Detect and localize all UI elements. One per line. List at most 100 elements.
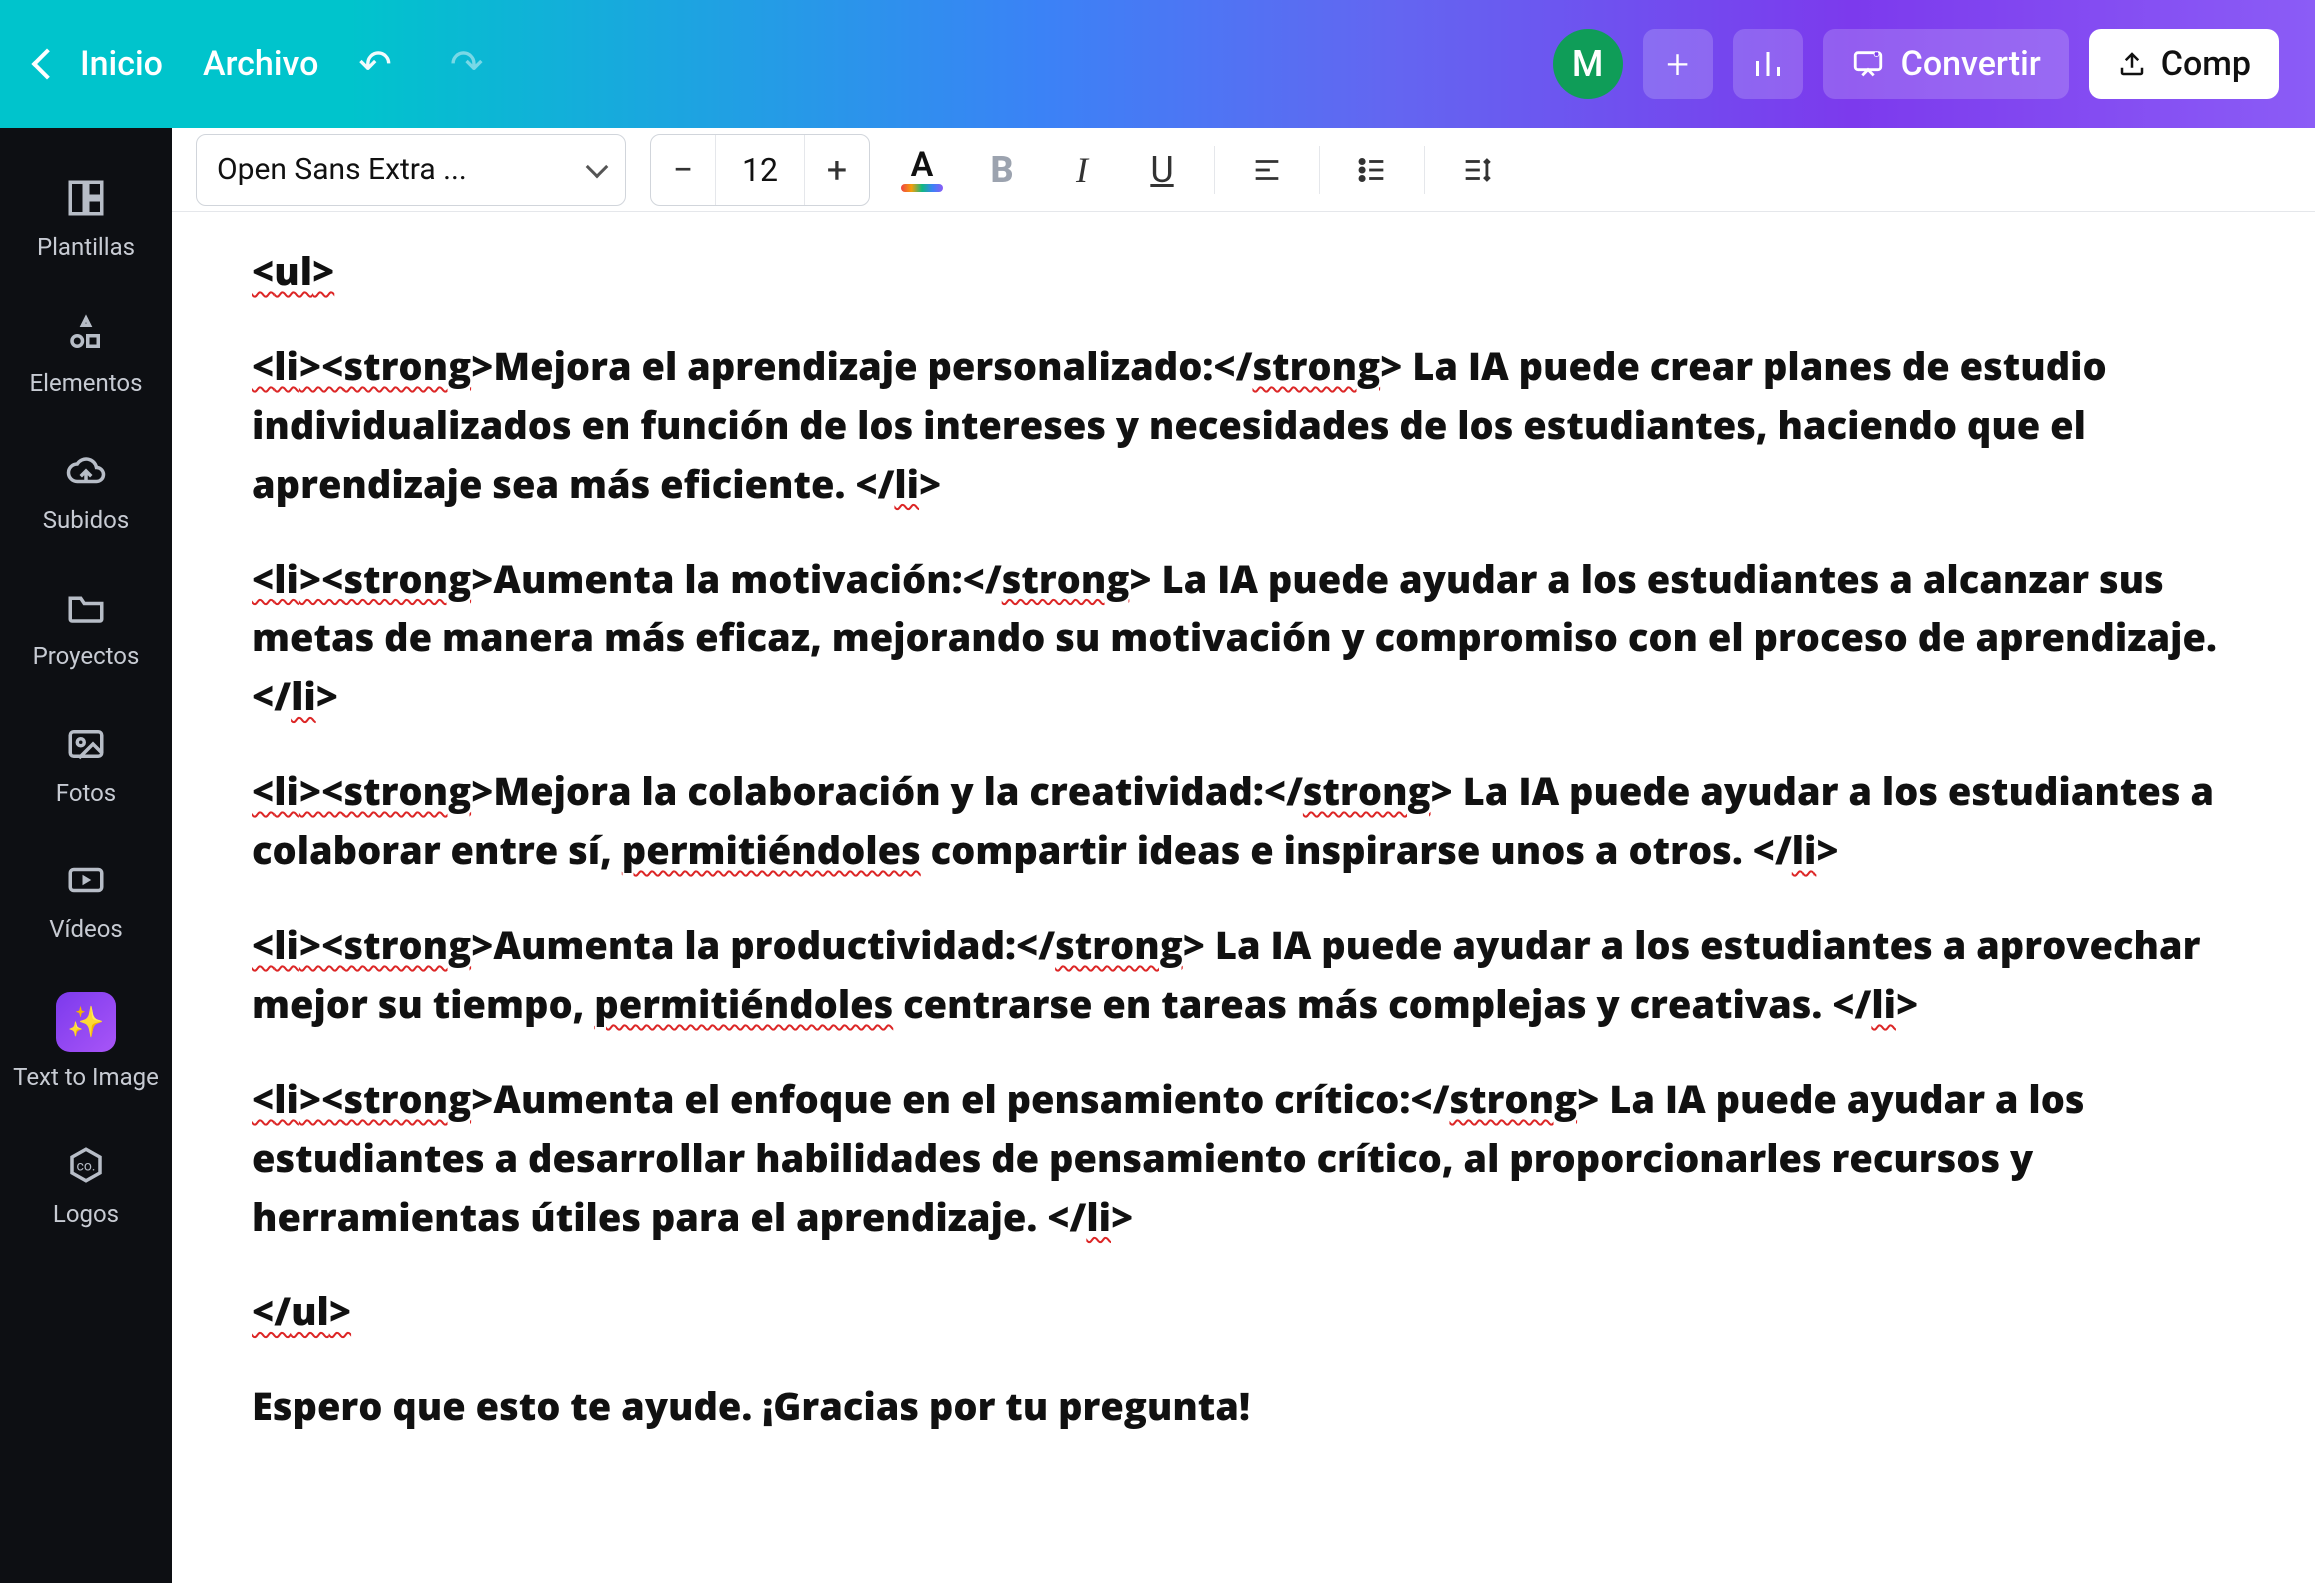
document-paragraph[interactable]: <ul> xyxy=(252,242,2235,301)
align-left-icon xyxy=(1250,153,1284,187)
svg-text:co.: co. xyxy=(76,1158,95,1174)
text-color-button[interactable]: A xyxy=(894,142,950,198)
font-size-increase[interactable]: + xyxy=(805,135,869,205)
top-header: Inicio Archivo ↶ ↷ M + Convertir Comp xyxy=(0,0,2315,128)
align-button[interactable] xyxy=(1239,142,1295,198)
videos-icon xyxy=(62,856,110,904)
sidebar-item-text-to-image[interactable]: ✨ Text to Image xyxy=(0,970,172,1112)
sidebar-item-videos[interactable]: Vídeos xyxy=(0,834,172,964)
text-run: >< xyxy=(299,919,344,971)
document-paragraph[interactable]: <li><strong>Mejora la colaboración y la … xyxy=(252,762,2235,880)
convert-button[interactable]: Convertir xyxy=(1823,29,2069,99)
left-sidebar: Plantillas Elementos Subidos Proyectos F… xyxy=(0,128,172,1583)
elements-icon xyxy=(62,310,110,358)
text-run: ul xyxy=(291,1285,329,1337)
avatar[interactable]: M xyxy=(1553,29,1623,99)
document-paragraph[interactable]: </ul> xyxy=(252,1282,2235,1341)
file-menu[interactable]: Archivo xyxy=(203,44,318,84)
text-run: Espero que esto te ayude. ¡Gracias por t… xyxy=(252,1380,1250,1432)
text-run: >< xyxy=(299,340,344,392)
document-paragraph[interactable]: <li><strong>Aumenta la motivación:</stro… xyxy=(252,550,2235,727)
list-button[interactable] xyxy=(1344,142,1400,198)
text-run: >< xyxy=(299,765,344,817)
font-size-decrease[interactable]: − xyxy=(651,135,715,205)
sidebar-item-fotos[interactable]: Fotos xyxy=(0,698,172,828)
font-family-picker[interactable]: Open Sans Extra ... xyxy=(196,134,626,206)
editor-area: Open Sans Extra ... − 12 + A B I U xyxy=(172,128,2315,1583)
text-run: > xyxy=(1816,824,1838,876)
text-run: permitiéndoles xyxy=(594,978,893,1030)
projects-icon xyxy=(62,583,110,631)
toolbar-divider xyxy=(1319,146,1320,194)
add-member-button[interactable]: + xyxy=(1643,29,1713,99)
sidebar-item-proyectos[interactable]: Proyectos xyxy=(0,561,172,691)
underline-button[interactable]: U xyxy=(1134,142,1190,198)
text-run: li xyxy=(274,919,299,971)
document-paragraph[interactable]: Espero que esto te ayude. ¡Gracias por t… xyxy=(252,1377,2235,1436)
text-toolbar: Open Sans Extra ... − 12 + A B I U xyxy=(172,128,2315,212)
text-run: strong xyxy=(1002,553,1130,605)
document-paragraph[interactable]: <li><strong>Aumenta el enfoque en el pen… xyxy=(252,1070,2235,1247)
main-row: Plantillas Elementos Subidos Proyectos F… xyxy=(0,128,2315,1583)
italic-button[interactable]: I xyxy=(1054,142,1110,198)
text-run: compartir ideas e inspirarse unos a otro… xyxy=(921,824,1792,876)
header-left: Inicio Archivo ↶ ↷ xyxy=(36,41,483,88)
photos-icon xyxy=(62,720,110,768)
document-paragraph[interactable]: <li><strong>Aumenta la productividad:</s… xyxy=(252,916,2235,1034)
text-run: > xyxy=(1896,978,1918,1030)
text-run: li xyxy=(291,670,316,722)
chevron-left-icon xyxy=(31,48,62,79)
sidebar-item-label: Text to Image xyxy=(13,1064,159,1090)
share-label: Comp xyxy=(2161,44,2251,84)
document-paragraph[interactable]: <li><strong>Mejora el aprendizaje person… xyxy=(252,337,2235,514)
bar-chart-icon xyxy=(1750,46,1786,82)
document-scroll[interactable]: <ul><li><strong>Mejora el aprendizaje pe… xyxy=(172,212,2315,1583)
sidebar-item-elementos[interactable]: Elementos xyxy=(0,288,172,418)
text-run: li xyxy=(274,765,299,817)
text-run: permitiéndoles xyxy=(622,824,921,876)
text-run: li xyxy=(1086,1191,1111,1243)
plus-icon: + xyxy=(1666,41,1689,88)
text-run: strong xyxy=(1449,1073,1577,1125)
sidebar-item-label: Vídeos xyxy=(49,916,123,942)
avatar-initial: M xyxy=(1572,43,1603,85)
chevron-down-icon xyxy=(586,155,609,178)
text-run: > xyxy=(316,670,338,722)
sidebar-item-plantillas[interactable]: Plantillas xyxy=(0,152,172,282)
text-run: li xyxy=(1871,978,1896,1030)
font-size-value[interactable]: 12 xyxy=(715,135,805,205)
color-strip-icon xyxy=(901,184,943,192)
text-to-image-icon: ✨ xyxy=(56,992,116,1052)
home-link[interactable]: Inicio xyxy=(36,44,163,84)
text-run: < xyxy=(252,1073,274,1125)
bold-button[interactable]: B xyxy=(974,142,1030,198)
toolbar-divider xyxy=(1214,146,1215,194)
upload-icon xyxy=(2117,49,2147,79)
share-button[interactable]: Comp xyxy=(2089,29,2279,99)
redo-button[interactable]: ↷ xyxy=(450,41,484,88)
text-run: > xyxy=(1111,1191,1133,1243)
undo-redo-group: ↶ ↷ xyxy=(358,41,483,88)
analytics-button[interactable] xyxy=(1733,29,1803,99)
text-run: < xyxy=(252,245,274,297)
bullet-list-icon xyxy=(1355,153,1389,187)
sidebar-item-label: Fotos xyxy=(56,780,116,806)
sidebar-item-logos[interactable]: co. Logos xyxy=(0,1119,172,1249)
sidebar-item-subidos[interactable]: Subidos xyxy=(0,425,172,555)
spacing-button[interactable] xyxy=(1449,142,1505,198)
text-run: </ xyxy=(252,1285,291,1337)
undo-button[interactable]: ↶ xyxy=(358,41,392,88)
document-content[interactable]: <ul><li><strong>Mejora el aprendizaje pe… xyxy=(252,242,2235,1436)
sidebar-item-label: Subidos xyxy=(43,507,129,533)
sidebar-item-label: Logos xyxy=(53,1201,119,1227)
text-run: >Mejora la colaboración y la creatividad… xyxy=(471,765,1303,817)
text-run: li xyxy=(274,340,299,392)
text-run: > xyxy=(329,1285,351,1337)
text-run: < xyxy=(252,765,274,817)
text-run: li xyxy=(1792,824,1817,876)
text-run: li xyxy=(894,458,919,510)
text-run: ul xyxy=(274,245,312,297)
toolbar-divider xyxy=(1424,146,1425,194)
text-run: strong xyxy=(343,553,471,605)
home-label: Inicio xyxy=(80,44,163,84)
